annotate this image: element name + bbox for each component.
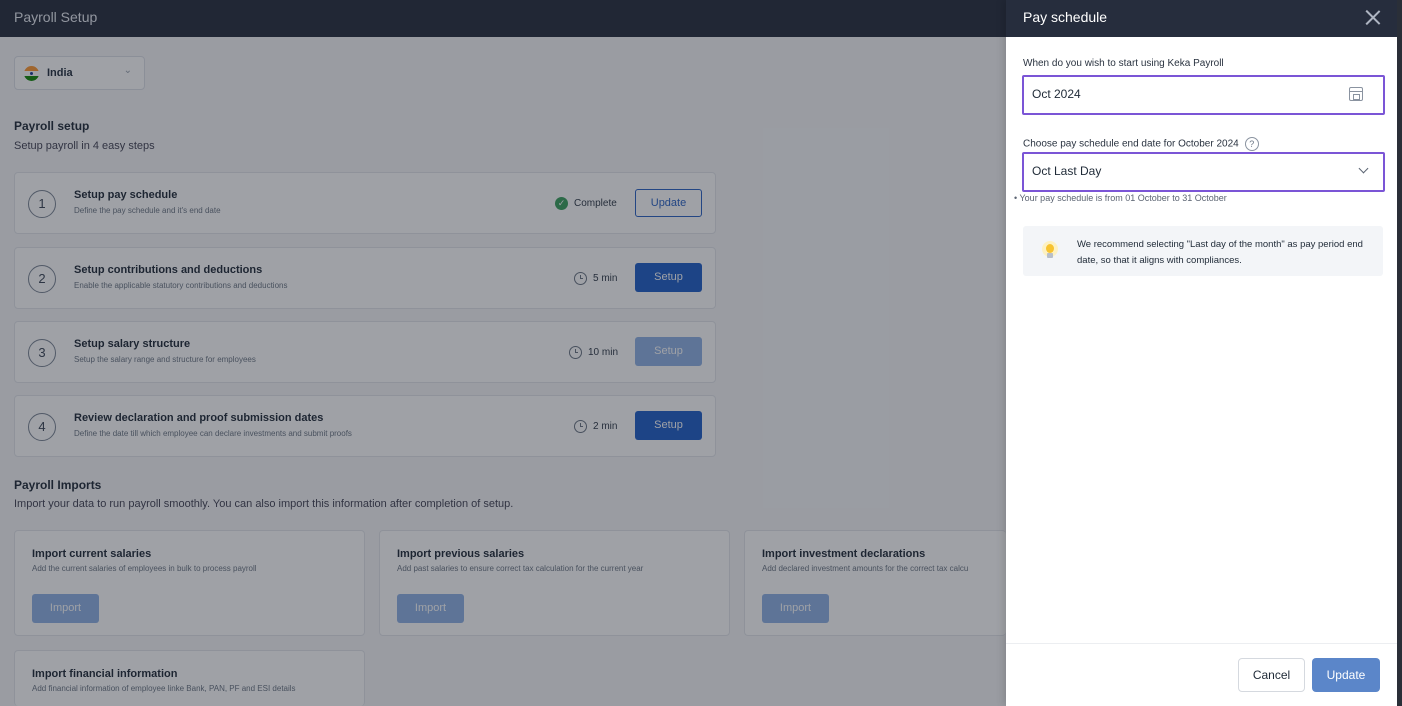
schedule-hint: • Your pay schedule is from 01 October t… <box>1014 193 1227 203</box>
tip-text: We recommend selecting "Last day of the … <box>1077 239 1363 266</box>
update-button[interactable]: Update <box>1312 658 1380 692</box>
start-month-picker[interactable]: Oct 2024 <box>1022 75 1385 115</box>
modal-backdrop[interactable] <box>0 0 1006 706</box>
schedule-hint-text: Your pay schedule is from 01 October to … <box>1019 193 1227 203</box>
panel-title: Pay schedule <box>1023 9 1108 25</box>
recommendation-tip: We recommend selecting "Last day of the … <box>1023 226 1383 276</box>
panel-footer: Cancel Update <box>1006 643 1397 706</box>
chevron-down-icon <box>1358 163 1369 174</box>
close-icon[interactable] <box>1365 9 1381 25</box>
pay-schedule-panel: Pay schedule When do you wish to start u… <box>1006 0 1397 706</box>
calendar-icon[interactable] <box>1349 87 1363 101</box>
end-date-label-text: Choose pay schedule end date for October… <box>1023 138 1239 150</box>
end-date-label: Choose pay schedule end date for October… <box>1023 137 1259 151</box>
help-icon[interactable]: ? <box>1244 137 1259 151</box>
end-date-value: Oct Last Day <box>1032 164 1102 178</box>
panel-header: Pay schedule <box>1006 0 1397 37</box>
cancel-button[interactable]: Cancel <box>1238 658 1305 692</box>
window-edge <box>1397 0 1402 706</box>
start-date-label: When do you wish to start using Keka Pay… <box>1023 58 1224 69</box>
end-date-select[interactable]: Oct Last Day <box>1022 152 1385 192</box>
bulb-icon <box>1041 241 1059 265</box>
start-month-value: Oct 2024 <box>1032 87 1081 101</box>
